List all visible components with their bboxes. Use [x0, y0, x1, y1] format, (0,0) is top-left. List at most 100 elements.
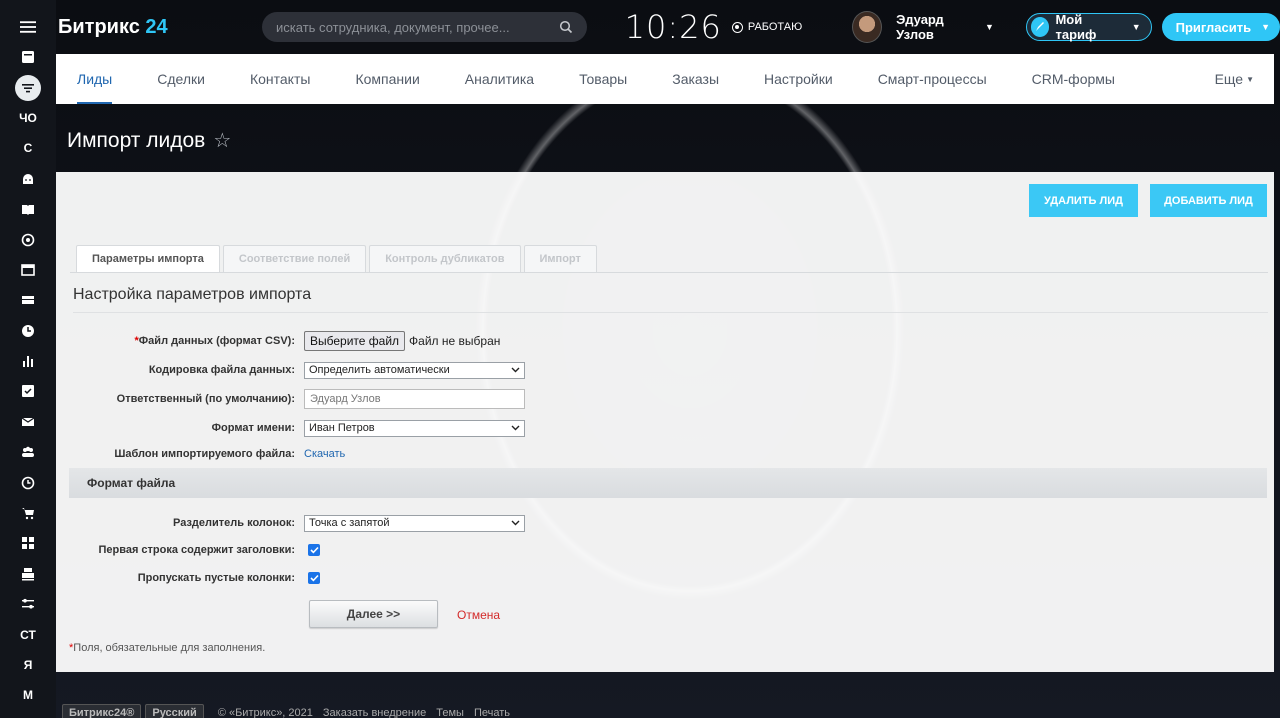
chevron-down-icon: ▼	[1246, 74, 1254, 84]
window-icon[interactable]	[0, 255, 56, 285]
order-implementation-link[interactable]: Заказать внедрение	[323, 707, 426, 718]
sidebar-item-cho[interactable]: ЧО	[0, 103, 56, 133]
mail-icon[interactable]	[0, 407, 56, 437]
clock-circle-icon[interactable]	[0, 316, 56, 346]
sidebar-item-ya[interactable]: Я	[0, 650, 56, 680]
encoding-value: Определить автоматически	[309, 364, 450, 376]
star-icon[interactable]: ☆	[213, 128, 231, 153]
import-tabs: Параметры импорта Соответствие полей Кон…	[76, 245, 600, 272]
divider	[73, 312, 1268, 313]
top-bar: Битрикс 24 искать сотрудника, документ, …	[56, 0, 1280, 54]
file-status: Файл не выбран	[409, 334, 501, 348]
inbox-icon[interactable]	[0, 285, 56, 315]
delete-lead-button[interactable]: УДАЛИТЬ ЛИД	[1029, 184, 1138, 217]
bar-chart-icon[interactable]	[0, 346, 56, 376]
chevron-down-icon: ▼	[1261, 22, 1270, 32]
work-status[interactable]: РАБОТАЮ	[731, 21, 803, 33]
cart-icon[interactable]	[0, 498, 56, 528]
avatar[interactable]	[852, 11, 883, 43]
add-lead-button[interactable]: ДОБАВИТЬ ЛИД	[1150, 184, 1267, 217]
tab-settings[interactable]: Настройки	[764, 54, 833, 104]
book-icon[interactable]	[0, 194, 56, 224]
page-title: Импорт лидов	[67, 128, 206, 152]
required-note: *Поля, обязательные для заполнения.	[69, 642, 265, 654]
tab-more[interactable]: Еще ▼	[1215, 54, 1254, 104]
first-row-header-row: Первая строка содержит заголовки:	[56, 539, 320, 561]
skip-empty-checkbox[interactable]	[308, 572, 320, 584]
tab-duplicate-control[interactable]: Контроль дубликатов	[369, 245, 521, 272]
target-icon[interactable]	[0, 224, 56, 254]
import-panel: УДАЛИТЬ ЛИД ДОБАВИТЬ ЛИД Параметры импор…	[56, 172, 1274, 672]
tab-contacts[interactable]: Контакты	[250, 54, 310, 104]
tab-more-label: Еще	[1214, 71, 1244, 87]
user-menu[interactable]: Эдуард Узлов ▼	[852, 11, 994, 43]
my-tariff-button[interactable]: Мой тариф ▼	[1025, 12, 1152, 42]
chevron-down-icon	[511, 425, 520, 431]
clock-icon[interactable]	[0, 467, 56, 497]
separator-select[interactable]: Точка с запятой	[304, 514, 525, 532]
grid-icon[interactable]	[0, 528, 56, 558]
sidebar-item-m[interactable]: М	[0, 680, 56, 710]
sliders-icon[interactable]	[0, 589, 56, 619]
sidebar-item-st[interactable]: СТ	[0, 619, 56, 649]
work-status-label: РАБОТАЮ	[747, 21, 803, 33]
template-label: Шаблон импортируемого файла:	[114, 448, 295, 460]
tab-orders[interactable]: Заказы	[672, 54, 719, 104]
file-format-header: Формат файла	[69, 468, 1267, 498]
printer-icon[interactable]	[0, 559, 56, 589]
language-select[interactable]: Русский	[145, 704, 204, 718]
checkmark-icon	[309, 574, 319, 582]
work-status-icon	[731, 21, 743, 33]
invite-button[interactable]: Пригласить ▼	[1161, 13, 1280, 41]
clock: 10:26	[624, 8, 722, 46]
chevron-down-icon	[511, 520, 520, 526]
name-format-value: Иван Петров	[309, 422, 375, 434]
tab-companies[interactable]: Компании	[355, 54, 419, 104]
tab-leads[interactable]: Лиды	[77, 54, 113, 104]
first-row-checkbox[interactable]	[308, 544, 320, 556]
tab-analytics[interactable]: Аналитика	[465, 54, 534, 104]
search-placeholder: искать сотрудника, документ, прочее...	[276, 19, 510, 35]
tab-products[interactable]: Товары	[579, 54, 627, 104]
tab-crm-forms[interactable]: CRM-формы	[1032, 54, 1115, 104]
group-icon[interactable]	[0, 437, 56, 467]
page-title-wrap: Импорт лидов ☆	[67, 128, 231, 153]
name-format-select[interactable]: Иван Петров	[304, 419, 525, 437]
skip-empty-row: Пропускать пустые колонки:	[56, 567, 320, 589]
first-row-label: Первая строка содержит заголовки:	[98, 544, 295, 556]
checkbox-icon[interactable]	[0, 376, 56, 406]
separator-label: Разделитель колонок:	[173, 517, 295, 529]
invite-label: Пригласить	[1175, 19, 1252, 35]
tab-deals[interactable]: Сделки	[157, 54, 205, 104]
search-icon[interactable]	[559, 20, 573, 34]
skip-empty-label: Пропускать пустые колонки:	[137, 572, 295, 584]
encoding-select[interactable]: Определить автоматически	[304, 361, 525, 379]
sidebar-item-s[interactable]: С	[0, 133, 56, 163]
logo[interactable]: Битрикс 24	[58, 16, 262, 39]
feed-icon[interactable]	[0, 42, 56, 72]
print-link[interactable]: Печать	[474, 707, 510, 718]
footer-logo[interactable]: Битрикс24®	[62, 704, 142, 718]
separator-value: Точка с запятой	[309, 517, 390, 529]
search-input[interactable]: искать сотрудника, документ, прочее...	[262, 12, 587, 42]
choose-file-button[interactable]: Выберите файл	[304, 331, 406, 351]
rocket-icon	[1030, 17, 1050, 37]
responsible-label: Ответственный (по умолчанию):	[116, 393, 295, 405]
separator-row: Разделитель колонок: Точка с запятой	[56, 512, 525, 534]
tab-smart-processes[interactable]: Смарт-процессы	[878, 54, 987, 104]
name-format-row: Формат имени: Иван Петров	[56, 417, 525, 439]
themes-link[interactable]: Темы	[436, 707, 464, 718]
tab-import-params[interactable]: Параметры импорта	[76, 245, 220, 272]
my-tariff-label: Мой тариф	[1055, 12, 1097, 42]
crm-funnel-icon[interactable]	[0, 72, 56, 102]
tab-field-mapping[interactable]: Соответствие полей	[222, 245, 367, 272]
file-label: Файл данных (формат CSV):	[138, 335, 295, 347]
responsible-input[interactable]: Эдуард Узлов	[304, 389, 525, 409]
divider	[70, 272, 1268, 273]
cancel-link[interactable]: Отмена	[457, 608, 500, 622]
download-link[interactable]: Скачать	[304, 448, 345, 460]
android-icon[interactable]	[0, 164, 56, 194]
next-button[interactable]: Далее >>	[309, 600, 438, 628]
crm-nav: Лиды Сделки Контакты Компании Аналитика …	[56, 54, 1274, 104]
tab-import[interactable]: Импорт	[523, 245, 597, 272]
